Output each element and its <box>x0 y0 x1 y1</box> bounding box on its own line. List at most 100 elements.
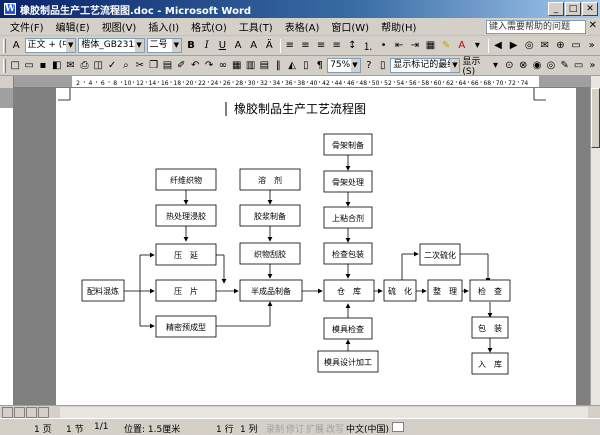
spelling-icon[interactable]: ✓ <box>106 58 119 74</box>
chevron-down-icon[interactable]: ▼ <box>350 59 360 72</box>
font-color-icon[interactable]: A <box>454 38 469 54</box>
format-painter-icon[interactable]: ✐ <box>175 58 188 74</box>
scroll-thumb[interactable] <box>591 88 600 148</box>
comment-icon[interactable]: ✉ <box>538 38 553 54</box>
track-changes-icon[interactable]: ⊕ <box>553 38 568 54</box>
align-left-icon[interactable]: ≡ <box>283 38 298 54</box>
toolbar-grip[interactable] <box>3 58 6 73</box>
underline-button[interactable]: U <box>215 38 230 54</box>
reviewing-pane-icon[interactable]: ▭ <box>572 58 585 74</box>
help-icon[interactable]: ? <box>363 58 376 74</box>
copy-icon[interactable]: ❐ <box>147 58 160 74</box>
style-combo[interactable]: 正文 + (中文 ▼ <box>24 38 77 53</box>
vertical-ruler[interactable] <box>0 88 14 405</box>
status-ext[interactable]: 扩展 <box>306 422 324 435</box>
columns-icon[interactable]: ‖ <box>272 58 285 74</box>
menu-insert[interactable]: 插入(I) <box>142 19 185 34</box>
previous-change-icon[interactable]: ◉ <box>531 58 544 74</box>
document-area[interactable]: 橡胶制品生产工艺流程图 纤维织物 热处理浸胶 压 延 配料混炼 压 片 精密预成… <box>14 88 590 405</box>
markup-display-combo[interactable]: 显示标记的最终状态▼ <box>390 58 461 73</box>
toolbar-options-icon[interactable]: » <box>586 58 599 74</box>
document-heading[interactable]: 橡胶制品生产工艺流程图 <box>234 101 366 116</box>
normal-view-button[interactable] <box>2 406 13 418</box>
save-icon[interactable]: ▪ <box>36 58 49 74</box>
horizontal-ruler[interactable]: 2 4 6 8 10 12 14 16 18 20 22 24 26 28 30 32 34 36 38 40 42 44… <box>14 76 600 88</box>
node-secondary[interactable]: 二次硫化 <box>419 243 461 266</box>
styles-pane-icon[interactable]: A <box>9 38 24 54</box>
chevron-down-icon[interactable]: ▼ <box>66 39 76 52</box>
node-frame-make[interactable]: 骨架制备 <box>323 133 373 156</box>
node-precision[interactable]: 精密预成型 <box>155 315 217 338</box>
status-ovr[interactable]: 改写 <box>326 422 344 435</box>
folder-icon[interactable]: ▭ <box>569 38 584 54</box>
status-rec[interactable]: 录制 <box>266 422 284 435</box>
node-pack[interactable]: 包 装 <box>471 316 509 339</box>
node-trim[interactable]: 整 理 <box>427 279 463 302</box>
web-view-button[interactable] <box>14 406 25 418</box>
new-document-icon[interactable]: □ <box>9 58 22 74</box>
print-preview-icon[interactable]: ◫ <box>92 58 105 74</box>
permission-icon[interactable]: ◧ <box>50 58 63 74</box>
node-fiber[interactable]: 纤维织物 <box>155 168 217 191</box>
menu-file[interactable]: 文件(F) <box>4 19 50 34</box>
border-icon[interactable]: ▦ <box>423 38 438 54</box>
horizontal-scroll-track[interactable] <box>60 407 588 418</box>
print-icon[interactable]: ⎙ <box>78 58 91 74</box>
tables-borders-icon[interactable]: ▦ <box>230 58 243 74</box>
chevron-down-icon[interactable]: ▼ <box>134 39 144 52</box>
maximize-button[interactable]: □ <box>565 2 581 16</box>
menu-help[interactable]: 帮助(H) <box>375 19 422 34</box>
chevron-down-icon[interactable]: ▾ <box>489 58 502 74</box>
vertical-scrollbar[interactable] <box>590 76 600 405</box>
node-fabric-coat[interactable]: 织物刮胶 <box>239 242 301 265</box>
node-inspect[interactable]: 检 查 <box>469 279 511 302</box>
show-markup-menu[interactable]: 显示(S) <box>462 54 487 77</box>
reviewing-icon[interactable]: ◎ <box>522 38 537 54</box>
undo-icon[interactable]: ↶ <box>189 58 202 74</box>
node-semi[interactable]: 半成品制备 <box>239 279 303 302</box>
node-mold-check[interactable]: 模具检查 <box>323 317 373 340</box>
increase-indent-icon[interactable]: ⇥ <box>408 38 423 54</box>
print-view-button[interactable] <box>26 406 37 418</box>
research-icon[interactable]: ⌕ <box>120 58 133 74</box>
toolbar-options-icon[interactable]: » <box>584 38 599 54</box>
read-icon[interactable]: ▯ <box>376 58 389 74</box>
insert-comment-icon[interactable]: ✎ <box>558 58 571 74</box>
node-heat[interactable]: 热处理浸胶 <box>155 204 217 227</box>
bullets-icon[interactable]: • <box>376 38 391 54</box>
reject-change-icon[interactable]: ⊗ <box>517 58 530 74</box>
justify-icon[interactable]: ≡ <box>329 38 344 54</box>
redo-icon[interactable]: ↷ <box>203 58 216 74</box>
outline-view-button[interactable] <box>38 406 49 418</box>
insert-excel-icon[interactable]: ▤ <box>258 58 271 74</box>
zoom-combo[interactable]: 75% ▼ <box>327 58 361 73</box>
cut-icon[interactable]: ✂ <box>133 58 146 74</box>
open-folder-icon[interactable]: ▭ <box>23 58 36 74</box>
menu-format[interactable]: 格式(O) <box>185 19 233 34</box>
node-adhesive[interactable]: 上粘合剂 <box>323 206 373 229</box>
node-mold-design[interactable]: 模具设计加工 <box>317 350 379 373</box>
node-calender[interactable]: 压 延 <box>155 243 217 266</box>
help-search-input[interactable]: 键入需要帮助的问题 <box>486 20 586 34</box>
hyperlink-icon[interactable]: ∞ <box>216 58 229 74</box>
highlight-icon[interactable]: ✎ <box>439 38 454 54</box>
menu-table[interactable]: 表格(A) <box>279 19 326 34</box>
status-trk[interactable]: 修订 <box>286 422 304 435</box>
size-combo[interactable]: 二号 ▼ <box>146 38 182 53</box>
char-border-icon[interactable]: A <box>231 38 246 54</box>
ruler-tab-selector[interactable] <box>0 76 14 88</box>
chevron-down-icon[interactable]: ▼ <box>171 39 181 52</box>
node-vulcanize[interactable]: 硫 化 <box>383 279 417 302</box>
close-button[interactable]: ✕ <box>582 2 598 16</box>
menu-edit[interactable]: 编辑(E) <box>50 19 96 34</box>
line-spacing-icon[interactable]: ↕ <box>345 38 360 54</box>
nav-forward-icon[interactable]: ▶ <box>506 38 521 54</box>
align-center-icon[interactable]: ≡ <box>298 38 313 54</box>
chevron-down-icon[interactable]: ▼ <box>450 59 460 72</box>
node-solvent[interactable]: 溶 剂 <box>239 168 301 191</box>
document-close-icon[interactable]: ✕ <box>589 20 597 31</box>
menu-tools[interactable]: 工具(T) <box>233 19 279 34</box>
document-page[interactable]: 橡胶制品生产工艺流程图 纤维织物 热处理浸胶 压 延 配料混炼 压 片 精密预成… <box>56 88 576 405</box>
node-sheet[interactable]: 压 片 <box>155 279 217 302</box>
node-glue[interactable]: 胶浆制备 <box>239 204 301 227</box>
